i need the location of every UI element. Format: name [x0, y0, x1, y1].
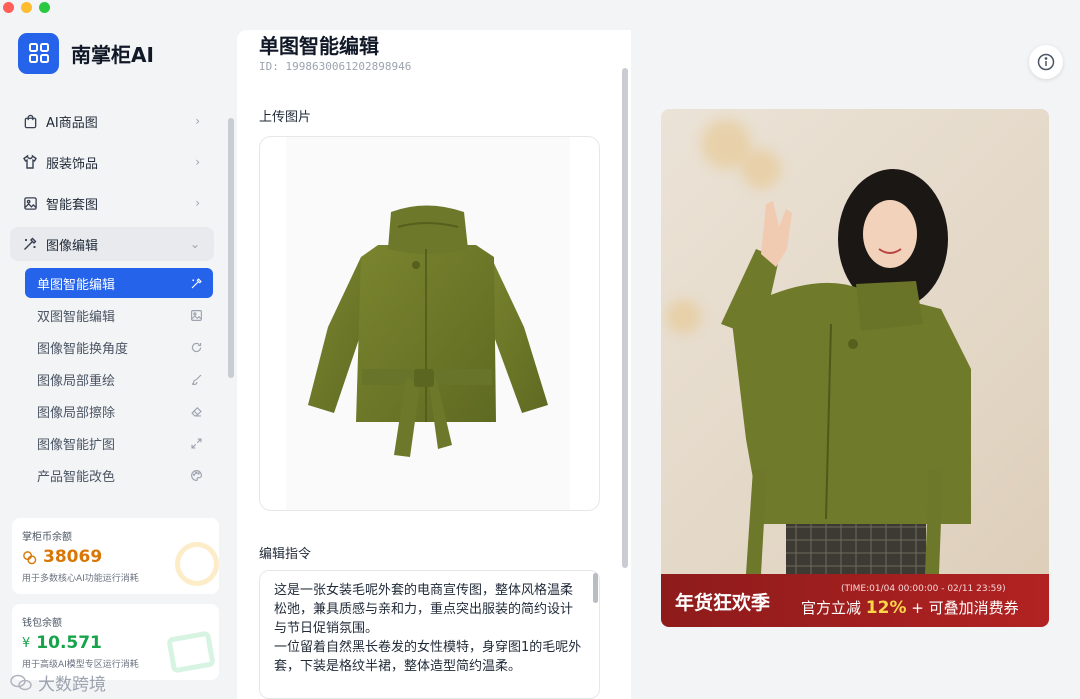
editor-scrollbar[interactable]: [622, 68, 628, 568]
close-window-button[interactable]: [3, 2, 14, 13]
coin-balance-title: 掌柜币余额: [22, 532, 72, 543]
sidebar-item-ai-product-image[interactable]: AI商品图 ›: [10, 104, 214, 138]
upload-label: 上传图片: [259, 110, 312, 125]
sidebar-item-label: 双图智能编辑: [37, 309, 116, 325]
magic-wand-icon: [22, 236, 38, 252]
sidebar-item-label: 图像智能扩图: [37, 437, 116, 453]
uploaded-image: [286, 137, 570, 510]
shopping-bag-icon: [22, 113, 38, 129]
sidebar-scrollbar[interactable]: [228, 118, 234, 378]
task-id: ID: 1998630061202898946: [259, 60, 412, 73]
chevron-right-icon: ›: [195, 114, 200, 128]
footer-brand: 大数跨境: [10, 670, 106, 695]
promo-suffix: + 可叠加消费券: [911, 599, 1019, 617]
sidebar-item-change-angle[interactable]: 图像智能换角度: [25, 332, 213, 362]
result-image[interactable]: 年货狂欢季 (TIME:01/04 00:00:00 - 02/11 23:59…: [661, 109, 1049, 627]
window-titlebar: [0, 0, 1080, 14]
prompt-scrollbar[interactable]: [593, 573, 598, 603]
sidebar-item-local-redraw[interactable]: 图像局部重绘: [25, 364, 213, 394]
sidebar-item-local-erase[interactable]: 图像局部擦除: [25, 396, 213, 426]
app-name: 南掌柜AI: [71, 42, 154, 67]
coin-watermark-icon: [175, 542, 219, 586]
chevron-right-icon: ›: [195, 196, 200, 210]
footer-brand-label: 大数跨境: [38, 675, 106, 695]
prompt-textarea[interactable]: 这是一张女装毛呢外套的电商宣传图，整体风格温柔松弛，兼具质感与亲和力，重点突出服…: [259, 570, 600, 699]
sidebar-item-label: 图像编辑: [46, 238, 99, 254]
promo-percent: 12%: [865, 598, 907, 618]
wallet-balance-card[interactable]: 钱包余额 ¥ 10.571 用于高级AI模型专区运行消耗: [12, 604, 219, 680]
wallet-watermark-icon: [166, 630, 216, 674]
coin-balance-value: 38069: [43, 547, 103, 567]
expand-icon: [189, 436, 203, 450]
magic-wand-icon: [189, 276, 203, 290]
sidebar-item-label: AI商品图: [46, 115, 98, 131]
promo-time: (TIME:01/04 00:00:00 - 02/11 23:59): [841, 584, 1006, 594]
minimize-window-button[interactable]: [21, 2, 32, 13]
sidebar-item-dual-image-edit[interactable]: 双图智能编辑: [25, 300, 213, 330]
image-icon: [189, 308, 203, 322]
sidebar-item-apparel[interactable]: 服装饰品 ›: [10, 145, 214, 179]
app-logo-icon: [18, 32, 59, 74]
coins-icon: [22, 550, 37, 565]
info-icon: [1037, 53, 1055, 71]
brand[interactable]: 南掌柜AI: [18, 32, 154, 74]
sidebar-item-label: 图像智能换角度: [37, 341, 129, 357]
sidebar-item-label: 服装饰品: [46, 156, 99, 172]
prompt-text: 这是一张女装毛呢外套的电商宣传图，整体风格温柔松弛，兼具质感与亲和力，重点突出服…: [274, 583, 582, 674]
eraser-icon: [189, 404, 203, 418]
coat-product-image: [308, 205, 548, 457]
sidebar-item-smart-set[interactable]: 智能套图 ›: [10, 186, 214, 220]
sidebar-item-outpaint[interactable]: 图像智能扩图: [25, 428, 213, 458]
promo-prefix: 官方立减: [801, 599, 862, 617]
shirt-icon: [22, 154, 38, 170]
palette-icon: [189, 468, 203, 482]
prompt-label: 编辑指令: [259, 547, 312, 562]
wechat-icon: [10, 674, 32, 692]
maximize-window-button[interactable]: [39, 2, 50, 13]
sidebar-item-label: 图像局部重绘: [37, 373, 116, 389]
sidebar-item-single-image-edit[interactable]: 单图智能编辑: [25, 268, 213, 298]
sidebar-nav: AI商品图 › 服装饰品 › 智能套图 › 图像编辑 ⌄ 单图智能编辑 双图智能…: [10, 104, 214, 492]
promo-title: 年货狂欢季: [675, 592, 771, 614]
page-title: 单图智能编辑: [259, 34, 379, 58]
image-icon: [22, 195, 38, 211]
wallet-balance-title: 钱包余额: [22, 618, 62, 629]
sidebar-item-label: 单图智能编辑: [37, 277, 116, 293]
sidebar-item-label: 产品智能改色: [37, 469, 116, 485]
sidebar-item-recolor[interactable]: 产品智能改色: [25, 460, 213, 490]
rotate-icon: [189, 340, 203, 354]
brush-icon: [189, 372, 203, 386]
currency-symbol: ¥: [22, 635, 31, 651]
model-photo: [721, 169, 971, 574]
promo-banner: 年货狂欢季 (TIME:01/04 00:00:00 - 02/11 23:59…: [661, 574, 1049, 627]
image-edit-submenu: 单图智能编辑 双图智能编辑 图像智能换角度 图像局部重绘 图像局部擦除 图像智能…: [25, 268, 213, 490]
promo-offer: 官方立减 12% + 可叠加消费券: [801, 597, 1019, 618]
editor-panel: 单图智能编辑 ID: 1998630061202898946 上传图片 编辑指令…: [237, 30, 631, 699]
sidebar-item-image-edit[interactable]: 图像编辑 ⌄: [10, 227, 214, 261]
chevron-right-icon: ›: [195, 155, 200, 169]
wallet-balance-value: 10.571: [36, 633, 102, 653]
sidebar-item-label: 图像局部擦除: [37, 405, 116, 421]
coin-balance-card[interactable]: 掌柜币余额 38069 用于多数核心AI功能运行消耗: [12, 518, 219, 594]
info-button[interactable]: [1029, 45, 1063, 79]
chevron-down-icon: ⌄: [189, 237, 200, 251]
sidebar-item-label: 智能套图: [46, 197, 99, 213]
upload-dropzone[interactable]: [259, 136, 600, 511]
